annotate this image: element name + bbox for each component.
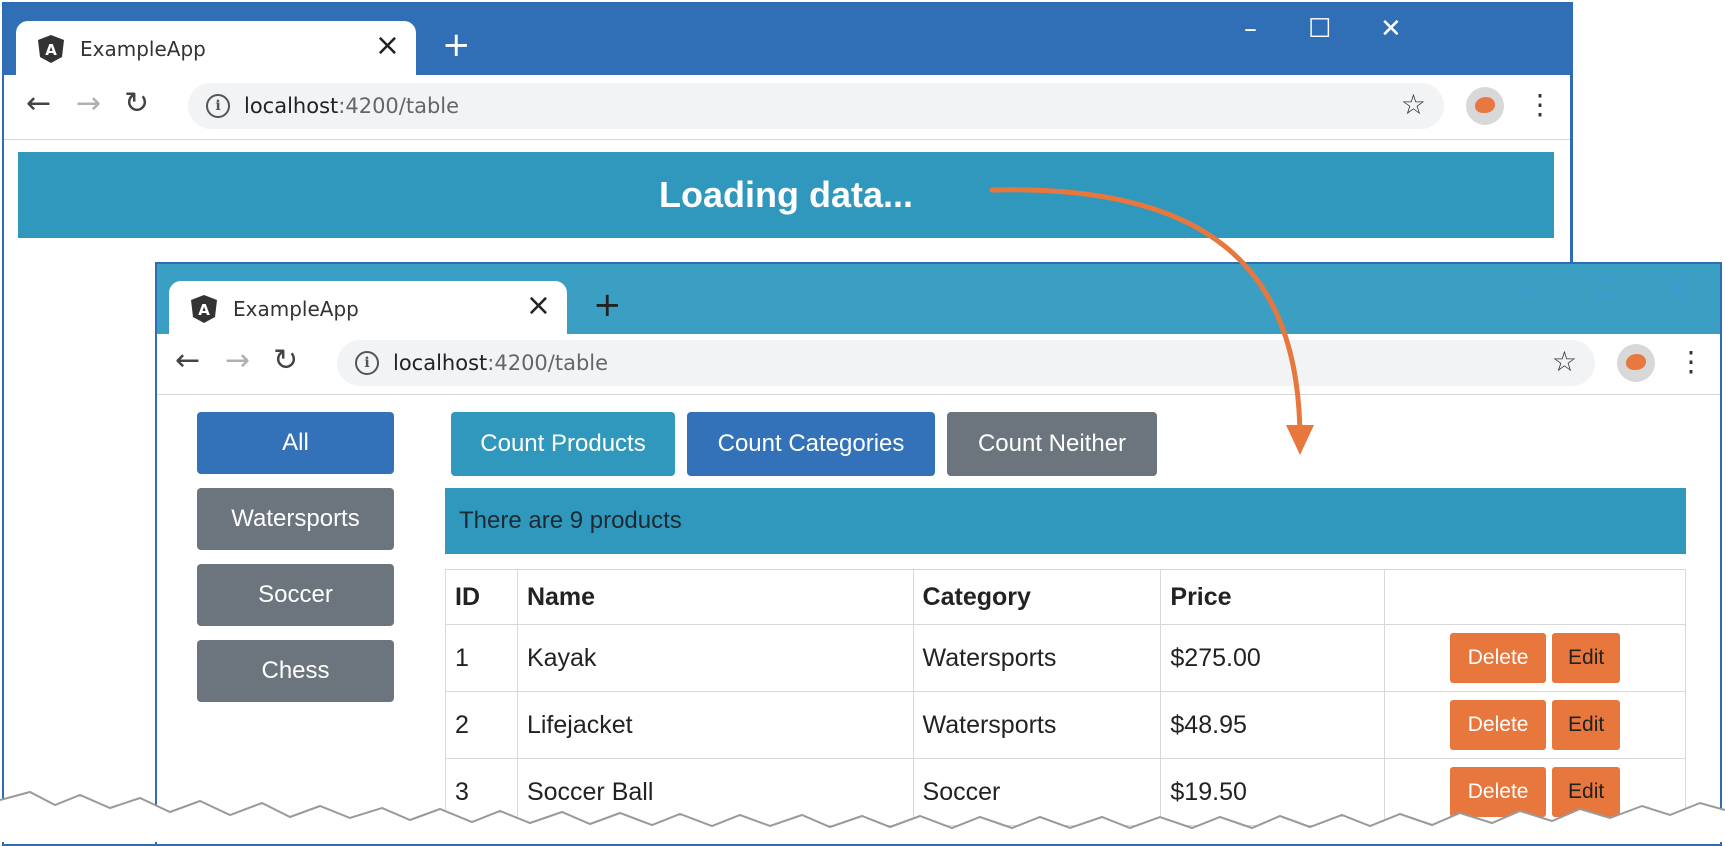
cell-price: $275.00 (1160, 624, 1386, 692)
browser-tab[interactable]: A ExampleApp × (169, 281, 567, 339)
tab-title: ExampleApp (80, 37, 206, 61)
forward-arrow-icon[interactable]: → (225, 344, 250, 378)
svg-text:A: A (45, 41, 57, 59)
cell-actions: Delete Edit (1384, 624, 1686, 692)
title-bar: A ExampleApp × + – ☐ ✕ (157, 264, 1720, 339)
delete-button[interactable]: Delete (1450, 767, 1547, 817)
cell-id: 1 (445, 624, 518, 692)
close-window-icon[interactable]: ✕ (1380, 16, 1402, 42)
count-neither-button[interactable]: Count Neither (947, 412, 1157, 476)
table-row: 3 Soccer Ball Soccer $19.50 Delete Edit (445, 758, 1686, 826)
maximize-icon[interactable]: ☐ (1595, 276, 1618, 302)
profile-avatar[interactable] (1466, 87, 1504, 125)
cell-name: Kayak (516, 624, 914, 692)
bookmark-star-icon[interactable]: ☆ (1552, 346, 1577, 378)
edit-button[interactable]: Edit (1552, 700, 1621, 750)
reload-icon[interactable]: ↻ (273, 344, 298, 378)
category-button-all[interactable]: All (197, 412, 394, 474)
browser-toolbar: ← → ↻ i localhost:4200/table ☆ ⋮ (157, 334, 1720, 395)
url-text: localhost:4200/table (393, 351, 608, 375)
reload-icon[interactable]: ↻ (124, 87, 149, 121)
browser-tab[interactable]: A ExampleApp × (16, 21, 416, 79)
header-name: Name (516, 569, 914, 625)
url-host: localhost (393, 351, 488, 375)
edit-button[interactable]: Edit (1552, 633, 1621, 683)
profile-avatar[interactable] (1617, 344, 1655, 382)
menu-icon[interactable]: ⋮ (1526, 85, 1554, 125)
count-categories-button[interactable]: Count Categories (687, 412, 935, 476)
url-path: :4200/table (338, 94, 460, 118)
maximize-icon[interactable]: ☐ (1308, 16, 1331, 42)
category-button-chess[interactable]: Chess (197, 640, 394, 702)
product-count-alert: There are 9 products (445, 488, 1686, 554)
cell-name: Lifejacket (516, 691, 914, 759)
forward-arrow-icon[interactable]: → (76, 87, 101, 121)
svg-text:A: A (198, 301, 210, 319)
table-row: 2 Lifejacket Watersports $48.95 Delete Ed… (445, 691, 1686, 759)
cell-category: Soccer (912, 758, 1162, 826)
title-bar: A ExampleApp × + – ☐ ✕ (4, 4, 1570, 79)
category-button-watersports[interactable]: Watersports (197, 488, 394, 550)
url-path: :4200/table (487, 351, 609, 375)
front-browser-window: A ExampleApp × + – ☐ ✕ ← → ↻ i localhost… (155, 262, 1722, 846)
back-arrow-icon[interactable]: ← (175, 344, 200, 378)
info-icon[interactable]: i (206, 94, 230, 118)
angular-logo-icon: A (38, 35, 64, 63)
cell-category: Watersports (912, 691, 1162, 759)
edit-button[interactable]: Edit (1552, 767, 1621, 817)
loading-banner: Loading data... (18, 152, 1554, 238)
address-bar[interactable]: i localhost:4200/table ☆ (188, 83, 1444, 129)
header-category: Category (912, 569, 1162, 625)
minimize-icon[interactable]: – (1525, 276, 1538, 302)
bookmark-star-icon[interactable]: ☆ (1401, 89, 1426, 121)
cell-price: $19.50 (1160, 758, 1386, 826)
header-actions (1384, 569, 1686, 625)
tab-close-icon[interactable]: × (375, 31, 400, 61)
url-text: localhost:4200/table (244, 94, 459, 118)
count-products-button[interactable]: Count Products (451, 412, 675, 476)
address-bar[interactable]: i localhost:4200/table ☆ (337, 340, 1595, 386)
table-row: 1 Kayak Watersports $275.00 Delete Edit (445, 624, 1686, 692)
tab-close-icon[interactable]: × (526, 291, 551, 321)
header-id: ID (445, 569, 518, 625)
angular-logo-icon: A (191, 295, 217, 323)
cell-price: $48.95 (1160, 691, 1386, 759)
delete-button[interactable]: Delete (1450, 700, 1547, 750)
close-window-icon[interactable]: ✕ (1667, 276, 1689, 302)
cell-id: 2 (445, 691, 518, 759)
browser-toolbar: ← → ↻ i localhost:4200/table ☆ ⋮ (4, 75, 1570, 140)
back-arrow-icon[interactable]: ← (26, 87, 51, 121)
bird-icon (1475, 97, 1495, 113)
minimize-icon[interactable]: – (1244, 16, 1257, 42)
info-icon[interactable]: i (355, 351, 379, 375)
menu-icon[interactable]: ⋮ (1677, 342, 1705, 382)
cell-id: 3 (445, 758, 518, 826)
products-table: ID Name Category Price 1 Kayak Waterspor… (445, 569, 1686, 826)
cell-actions: Delete Edit (1384, 758, 1686, 826)
cell-category: Watersports (912, 624, 1162, 692)
new-tab-icon[interactable]: + (593, 288, 622, 322)
bird-icon (1626, 354, 1646, 370)
delete-button[interactable]: Delete (1450, 633, 1547, 683)
cell-actions: Delete Edit (1384, 691, 1686, 759)
category-button-soccer[interactable]: Soccer (197, 564, 394, 626)
new-tab-icon[interactable]: + (442, 28, 471, 62)
table-header-row: ID Name Category Price (445, 569, 1686, 625)
tab-title: ExampleApp (233, 297, 359, 321)
cell-name: Soccer Ball (516, 758, 914, 826)
url-host: localhost (244, 94, 339, 118)
header-price: Price (1160, 569, 1386, 625)
